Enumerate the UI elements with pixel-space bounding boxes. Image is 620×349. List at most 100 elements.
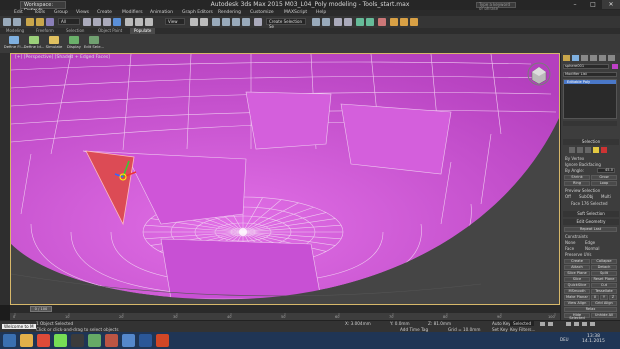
- hide-selected-button[interactable]: Hide Selected: [564, 313, 590, 320]
- slice-button[interactable]: Slice: [564, 277, 590, 282]
- modifier-list-dropdown[interactable]: Modifier List: [563, 72, 617, 77]
- chrome-icon[interactable]: [37, 334, 50, 347]
- selection-filter-dropdown[interactable]: All: [58, 18, 80, 25]
- spinner-snap-icon[interactable]: [242, 18, 250, 26]
- time-slider-thumb[interactable]: 0 / 100: [30, 306, 52, 312]
- cut-button[interactable]: Cut: [591, 283, 617, 288]
- soft-selection-rollout-header[interactable]: Soft Selection: [563, 211, 619, 217]
- app-icon[interactable]: [88, 334, 101, 347]
- constraint-face-radio[interactable]: Face: [565, 246, 574, 251]
- selection-rollout-header[interactable]: Selection: [563, 139, 619, 145]
- polygon-mode-icon[interactable]: [593, 147, 599, 153]
- percent-snap-icon[interactable]: [232, 18, 240, 26]
- object-name-field[interactable]: sphere001: [563, 64, 609, 69]
- app-icon[interactable]: [54, 334, 67, 347]
- app-icon[interactable]: [105, 334, 118, 347]
- minimize-button[interactable]: –: [566, 0, 584, 9]
- constraint-none-radio[interactable]: None: [565, 240, 575, 245]
- auto-key-button[interactable]: Auto Key: [492, 321, 511, 326]
- close-button[interactable]: ✕: [602, 0, 620, 9]
- rendered-frame-window-icon[interactable]: [400, 18, 408, 26]
- detach-button[interactable]: Detach: [591, 265, 617, 270]
- edit-selected-button[interactable]: Edit Sele...: [84, 36, 104, 52]
- zoom-icon[interactable]: [566, 322, 571, 326]
- render-production-icon[interactable]: [410, 18, 418, 26]
- mirror-icon[interactable]: [312, 18, 320, 26]
- orbit-icon[interactable]: [590, 322, 595, 326]
- named-selection-sets-dropdown[interactable]: Create Selection Se: [266, 18, 306, 29]
- preview-off-radio[interactable]: Off: [565, 194, 571, 199]
- file-explorer-icon[interactable]: [20, 334, 33, 347]
- zoom-all-icon[interactable]: [574, 322, 579, 326]
- display-tab-icon[interactable]: [599, 55, 606, 61]
- stack-item-editable-poly[interactable]: Editable Poly: [564, 80, 616, 84]
- object-color-swatch[interactable]: [612, 64, 618, 69]
- by-angle-checkbox[interactable]: By Angle:: [565, 168, 584, 173]
- maxscript-listener-field[interactable]: Welcome to M: [2, 324, 36, 329]
- by-vertex-checkbox[interactable]: By Vertex: [565, 156, 584, 161]
- modify-tab-icon[interactable]: [572, 55, 579, 61]
- reset-plane-button[interactable]: Reset Plane: [591, 277, 617, 282]
- make-planar-button[interactable]: Make Planar: [564, 295, 590, 300]
- edge-mode-icon[interactable]: [577, 147, 583, 153]
- split-button[interactable]: Split: [591, 271, 617, 276]
- link-icon[interactable]: [26, 18, 34, 26]
- rectangular-selection-icon[interactable]: [103, 18, 111, 26]
- slice-plane-button[interactable]: Slice Plane: [564, 271, 590, 276]
- material-editor-icon[interactable]: [378, 18, 386, 26]
- layer-manager-icon[interactable]: [334, 18, 342, 26]
- 3dsmax-taskbar-icon[interactable]: [71, 334, 84, 347]
- attach-button[interactable]: Attach: [564, 265, 590, 270]
- create-button[interactable]: Create: [564, 259, 590, 264]
- motion-tab-icon[interactable]: [590, 55, 597, 61]
- constraint-edge-radio[interactable]: Edge: [585, 240, 595, 245]
- preview-multi-radio[interactable]: Multi: [601, 194, 611, 199]
- search-input[interactable]: Type a keyword or phrase: [476, 2, 516, 11]
- preserve-uvs-checkbox[interactable]: Preserve UVs: [565, 252, 591, 257]
- msmooth-button[interactable]: MSmooth: [564, 289, 590, 294]
- unhide-all-button[interactable]: Unhide All: [591, 313, 617, 318]
- language-indicator[interactable]: DEU: [560, 337, 569, 342]
- track-bar[interactable]: 0 10 20 30 40 50 60 70 80 90 100: [10, 313, 560, 320]
- loop-button[interactable]: Loop: [591, 181, 617, 186]
- unlink-icon[interactable]: [36, 18, 44, 26]
- align-icon[interactable]: [322, 18, 330, 26]
- repeat-last-button[interactable]: Repeat Last: [564, 227, 617, 232]
- modifier-stack[interactable]: Editable Poly: [563, 79, 617, 119]
- word-icon[interactable]: [139, 334, 152, 347]
- sphere-mesh[interactable]: [11, 54, 560, 305]
- curve-editor-icon[interactable]: [356, 18, 364, 26]
- perspective-viewport[interactable]: [+] [Perspective] [Shaded + Edged Faces]: [10, 53, 560, 305]
- maximize-button[interactable]: □: [584, 0, 602, 9]
- define-idle-areas-button[interactable]: Define Id...: [24, 36, 44, 52]
- schematic-view-icon[interactable]: [366, 18, 374, 26]
- constraint-normal-radio[interactable]: Normal: [585, 246, 599, 251]
- create-tab-icon[interactable]: [563, 55, 570, 61]
- planar-z-button[interactable]: Z: [609, 295, 617, 300]
- vertex-mode-icon[interactable]: [569, 147, 575, 153]
- y-coordinate-field[interactable]: Y: 0.0mm: [390, 321, 410, 326]
- utilities-tab-icon[interactable]: [608, 55, 615, 61]
- planar-y-button[interactable]: Y: [600, 295, 608, 300]
- window-crossing-icon[interactable]: [113, 18, 121, 26]
- undo-icon[interactable]: [3, 18, 11, 26]
- select-object-icon[interactable]: [83, 18, 91, 26]
- preview-subobj-radio[interactable]: SubObj: [579, 194, 593, 199]
- ignore-backfacing-checkbox[interactable]: Ignore Backfacing: [565, 162, 601, 167]
- quickslice-button[interactable]: QuickSlice: [564, 283, 590, 288]
- tessellate-button[interactable]: Tessellate: [591, 289, 617, 294]
- relax-button[interactable]: Relax: [564, 307, 617, 312]
- view-align-button[interactable]: View Align: [564, 301, 590, 306]
- edit-geometry-rollout-header[interactable]: Edit Geometry: [563, 219, 619, 225]
- grid-align-button[interactable]: Grid Align: [591, 301, 617, 306]
- edit-named-selection-icon[interactable]: [254, 18, 262, 26]
- display-button[interactable]: Display: [66, 36, 82, 52]
- grow-button[interactable]: Grow: [591, 175, 617, 180]
- reference-coordinate-dropdown[interactable]: View: [165, 18, 185, 25]
- define-flows-button[interactable]: Define Fl...: [4, 36, 24, 52]
- start-button-icon[interactable]: [3, 334, 16, 347]
- shrink-button[interactable]: Shrink: [564, 175, 590, 180]
- border-mode-icon[interactable]: [585, 147, 591, 153]
- app-icon[interactable]: [122, 334, 135, 347]
- key-mode-dropdown[interactable]: Selected: [510, 321, 535, 326]
